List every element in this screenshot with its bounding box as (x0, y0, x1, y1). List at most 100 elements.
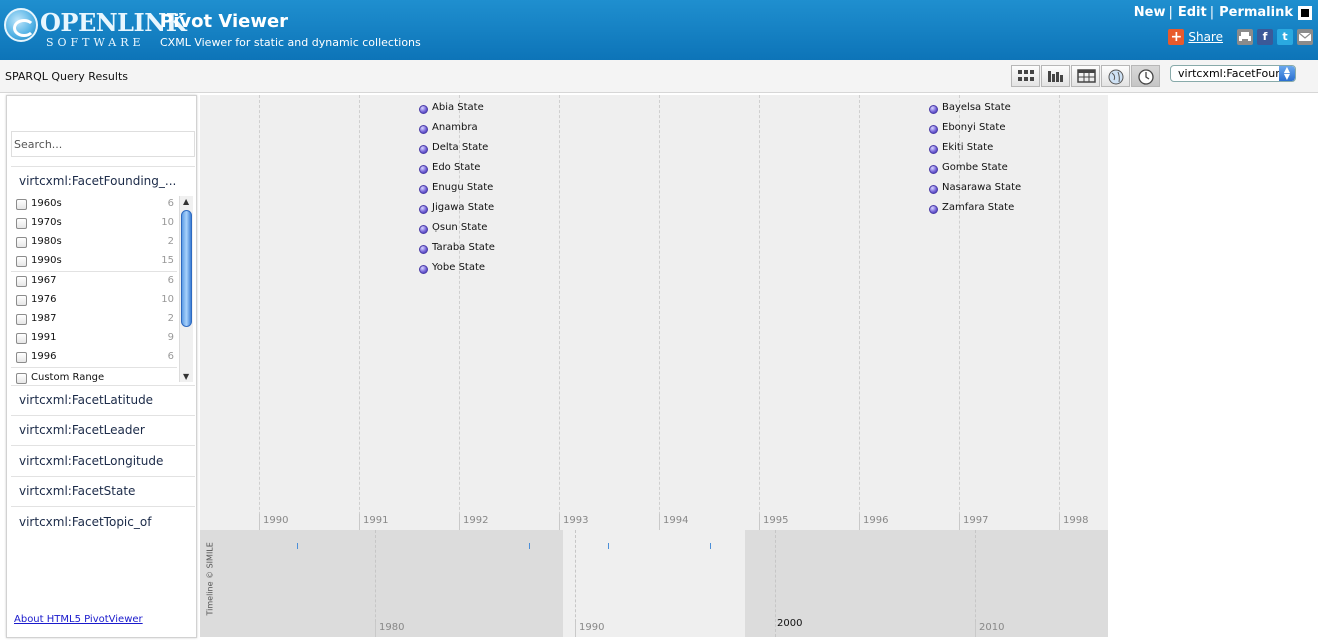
search-input[interactable] (11, 131, 195, 157)
event-label[interactable]: Gombe State (942, 162, 1008, 173)
facet-value-row[interactable]: 1987 2 (16, 312, 174, 331)
overview-event-tick (529, 543, 530, 549)
new-link[interactable]: New (1134, 5, 1166, 20)
openlink-logo[interactable]: OPENLINK SOFTWARE (4, 6, 187, 52)
facet-latitude-header[interactable]: virtcxml:FacetLatitude (7, 393, 196, 407)
event-marker-icon[interactable] (419, 225, 428, 234)
event-marker-icon[interactable] (929, 185, 938, 194)
event-label[interactable]: Ebonyi State (942, 122, 1005, 133)
event-marker-icon[interactable] (419, 145, 428, 154)
about-link[interactable]: About HTML5 PivotViewer (14, 614, 143, 625)
map-view-icon (1108, 69, 1124, 85)
facet-state-header[interactable]: virtcxml:FacetState (7, 484, 196, 498)
event-label[interactable]: Anambra (432, 122, 478, 133)
twitter-icon[interactable]: t (1277, 29, 1293, 45)
timeline-gridline (1059, 95, 1060, 530)
timeline-view-button[interactable] (1131, 65, 1160, 87)
email-icon[interactable] (1297, 29, 1313, 45)
checkbox[interactable] (16, 276, 27, 287)
share-plus-icon[interactable]: + (1168, 29, 1185, 45)
event-label[interactable]: Edo State (432, 162, 480, 173)
table-view-button[interactable] (1071, 65, 1100, 87)
facet-select[interactable]: virtcxml:FacetFounding_date ▲▼ (1170, 65, 1296, 82)
event-marker-icon[interactable] (419, 105, 428, 114)
permalink-link[interactable]: Permalink (1219, 5, 1293, 20)
facet-value-row[interactable]: 1960s 6 (16, 197, 174, 216)
event-marker-icon[interactable] (419, 125, 428, 134)
event-marker-icon[interactable] (929, 205, 938, 214)
event-marker-icon[interactable] (419, 265, 428, 274)
checkbox[interactable] (16, 199, 27, 210)
event-marker-icon[interactable] (419, 205, 428, 214)
facet-founding-date-header[interactable]: virtcxml:FacetFounding_... (7, 174, 196, 188)
facet-value-row[interactable]: 1980s 2 (16, 235, 174, 254)
event-label[interactable]: Zamfara State (942, 202, 1014, 213)
facet-value-label: 1960s (31, 198, 62, 209)
event-label[interactable]: Delta State (432, 142, 488, 153)
overview-visible-range[interactable] (563, 530, 745, 637)
facet-value-count: 10 (161, 217, 174, 228)
toolbar: SPARQL Query Results virtcxml:FacetFound… (0, 60, 1318, 93)
facet-leader-header[interactable]: virtcxml:FacetLeader (7, 423, 196, 437)
checkbox[interactable] (16, 256, 27, 267)
facet-value-row[interactable]: 1991 9 (16, 331, 174, 350)
checkbox[interactable] (16, 352, 27, 363)
bar-chart-view-button[interactable] (1041, 65, 1070, 87)
facebook-icon[interactable]: f (1257, 29, 1273, 45)
grid-view-button[interactable] (1011, 65, 1040, 87)
timeline-year-label: 1991 (359, 514, 388, 530)
fullscreen-icon[interactable] (1298, 5, 1312, 20)
print-icon[interactable] (1237, 29, 1253, 45)
checkbox[interactable] (16, 333, 27, 344)
scroll-thumb[interactable] (181, 210, 192, 327)
event-marker-icon[interactable] (929, 165, 938, 174)
divider (11, 166, 195, 167)
event-label[interactable]: Enugu State (432, 182, 493, 193)
timeline-gridline (459, 95, 460, 530)
facet-value-label: 1996 (31, 351, 57, 362)
timeline-band[interactable]: 1990 1991 1992 1993 1994 1995 1996 1997 1998 Abia… (200, 95, 1108, 530)
event-marker-icon[interactable] (419, 245, 428, 254)
event-marker-icon[interactable] (929, 125, 938, 134)
facet-value-label: 1976 (31, 294, 57, 305)
event-label[interactable]: Abia State (432, 102, 484, 113)
scroll-down-arrow-icon[interactable]: ▼ (183, 372, 189, 381)
event-label[interactable]: Ọsun State (432, 222, 487, 233)
checkbox[interactable] (16, 373, 27, 384)
edit-link[interactable]: Edit (1178, 5, 1207, 20)
facet-value-row[interactable]: 1976 10 (16, 293, 174, 312)
facet-longitude-header[interactable]: virtcxml:FacetLongitude (7, 454, 196, 468)
facet-topic-of-header[interactable]: virtcxml:FacetTopic_of (7, 515, 196, 529)
divider (11, 445, 195, 446)
facet-value-count: 6 (167, 275, 174, 286)
view-switcher (1011, 65, 1161, 87)
map-view-button[interactable] (1101, 65, 1130, 87)
timeline-year-label: 1994 (659, 514, 688, 530)
event-marker-icon[interactable] (929, 105, 938, 114)
facet-value-row[interactable]: 1970s 10 (16, 216, 174, 235)
event-label[interactable]: Jigawa State (432, 202, 494, 213)
timeline-year-label: 1996 (859, 514, 888, 530)
timeline-overview-band[interactable]: 1980 1990 2000 2010 Timeline © SIMILE (200, 530, 1108, 637)
checkbox[interactable] (16, 218, 27, 229)
share-link[interactable]: Share (1188, 30, 1223, 44)
facet-value-row[interactable]: 1967 6 (16, 274, 174, 293)
checkbox[interactable] (16, 295, 27, 306)
facet-scrollbar[interactable]: ▲ ▼ (179, 196, 193, 382)
event-label[interactable]: Taraba State (432, 242, 495, 253)
event-label[interactable]: Bayelsa State (942, 102, 1011, 113)
event-label[interactable]: Nasarawa State (942, 182, 1021, 193)
event-marker-icon[interactable] (419, 165, 428, 174)
checkbox[interactable] (16, 237, 27, 248)
event-marker-icon[interactable] (419, 185, 428, 194)
custom-range-row[interactable]: Custom Range (16, 371, 174, 390)
facet-value-label: 1991 (31, 332, 57, 343)
scroll-up-arrow-icon[interactable]: ▲ (183, 197, 189, 206)
event-label[interactable]: Yobe State (432, 262, 485, 273)
checkbox[interactable] (16, 314, 27, 325)
app-header: OPENLINK SOFTWARE Pivot Viewer CXML View… (0, 0, 1318, 60)
facet-value-count: 2 (167, 313, 174, 324)
overview-gridline (375, 530, 376, 637)
event-marker-icon[interactable] (929, 145, 938, 154)
event-label[interactable]: Ekiti State (942, 142, 993, 153)
